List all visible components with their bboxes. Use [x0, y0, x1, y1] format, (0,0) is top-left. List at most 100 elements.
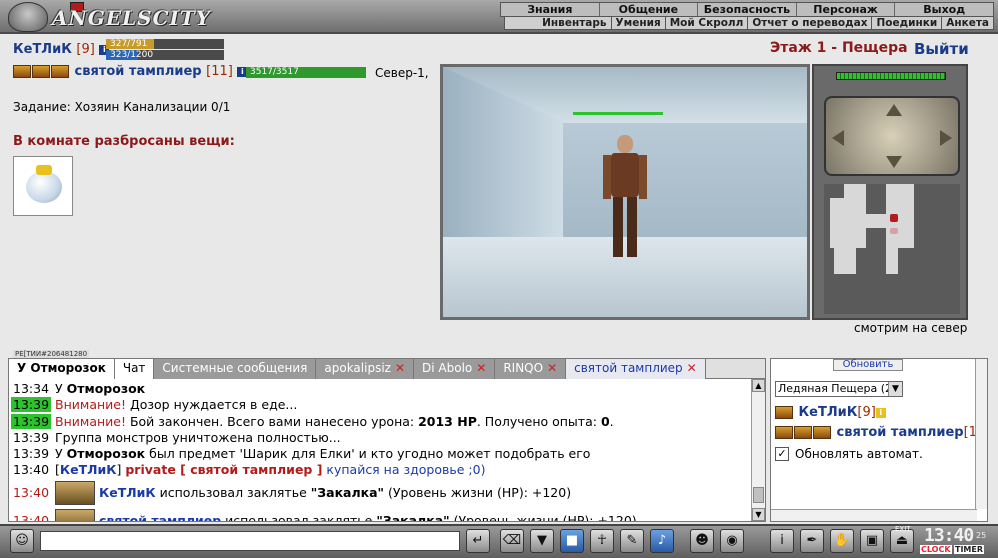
sub-menu: Инвентарь Умения Мой Скролл Отчет о пере…: [504, 16, 994, 30]
arrow-right-icon[interactable]: [940, 130, 952, 146]
chat-text: 2013 HP: [418, 413, 477, 429]
hand-icon[interactable]: ✋: [830, 529, 854, 553]
tab-rinqo[interactable]: RINQO ✕: [495, 359, 567, 379]
spell-icon: [55, 509, 96, 521]
chat-time[interactable]: 13:39: [11, 446, 51, 461]
chat-time[interactable]: 13:39: [11, 397, 52, 413]
head-icon[interactable]: ☺: [10, 529, 34, 553]
wings-badge-icon: [51, 65, 69, 78]
chat-spell-line: 13:40 КеТЛиК использовал заклятье "Закалк…: [9, 479, 749, 507]
quest-text: Задание: Хозяин Канализации 0/1: [13, 100, 231, 114]
save-icon[interactable]: ■: [560, 529, 584, 553]
clan-badge-icon: [32, 65, 50, 78]
close-icon[interactable]: ✕: [395, 361, 405, 375]
menu-security[interactable]: Безопасность: [698, 3, 797, 16]
chat-text: . Получено опыта:: [476, 413, 601, 429]
pen-icon[interactable]: ✎: [620, 529, 644, 553]
arrow-down-icon[interactable]: [886, 156, 902, 168]
items-title: В комнате разбросаны вещи:: [13, 134, 235, 149]
music-icon[interactable]: ♪: [650, 529, 674, 553]
npc-overhead-hp: [573, 112, 663, 115]
chat-text: У: [55, 446, 67, 462]
chevron-down-icon[interactable]: ▼: [888, 382, 902, 396]
npc-character[interactable]: [603, 135, 647, 259]
tab-chat[interactable]: Чат: [114, 359, 155, 379]
smiley-icon[interactable]: ☻: [690, 529, 714, 553]
send-icon[interactable]: ↵: [466, 529, 490, 553]
auto-refresh-checkbox[interactable]: ✓: [775, 447, 789, 461]
info-icon[interactable]: i: [875, 407, 886, 418]
main-area: КеТЛиК [9] i 327/791 323/1200 святой там…: [8, 36, 990, 358]
hp-text: 327/791: [110, 39, 148, 49]
chat-time[interactable]: 13:40: [11, 513, 51, 521]
scroll-thumb[interactable]: [753, 487, 764, 503]
chat-line: 13:39 У Отморозок был предмет 'Шарик для…: [9, 446, 749, 462]
submenu-my-scroll[interactable]: Мой Скролл: [666, 17, 749, 29]
look-direction: смотрим на север: [854, 321, 968, 335]
tab-apokalipsiz[interactable]: apokalipsiz ✕: [316, 359, 415, 379]
tab-otmorozok[interactable]: У Отморозок: [9, 359, 115, 379]
exit-link[interactable]: Выйти: [914, 40, 969, 58]
menu-character[interactable]: Персонаж: [797, 3, 896, 16]
room-user[interactable]: КеТЛиК[9] i: [775, 405, 886, 420]
chat-time[interactable]: 13:34: [11, 381, 51, 396]
chat-text[interactable]: КеТЛиК: [60, 462, 117, 477]
spell-actor[interactable]: святой тамплиер: [99, 513, 221, 521]
menu-exit[interactable]: Выход: [895, 3, 993, 16]
npc-hp-text: 3517/3517: [250, 67, 299, 77]
tab-svyatoy-tamplier[interactable]: святой тамплиер ✕: [566, 359, 706, 379]
room-scrollbar[interactable]: [975, 359, 987, 509]
spell-actor[interactable]: КеТЛиК: [99, 485, 156, 500]
close-icon[interactable]: ✕: [476, 361, 486, 375]
tab-system[interactable]: Системные сообщения: [154, 359, 317, 379]
chat-time[interactable]: 13:40: [11, 485, 51, 500]
chat-time[interactable]: 13:39: [11, 413, 52, 429]
bottom-toolbar: ☺ ↵ ⌫ ▼ ■ ☥ ✎ ♪ ☻ ◉ i ✒ ✋ ▣ ⏏ EXIT 13:40…: [0, 524, 998, 558]
player-name[interactable]: КеТЛиК: [13, 42, 72, 57]
submenu-transfer-report[interactable]: Отчет о переводах: [748, 17, 873, 29]
eraser-icon[interactable]: ⌫: [500, 529, 524, 553]
npc-name[interactable]: святой тамплиер: [75, 64, 202, 79]
scroll-up-icon[interactable]: ▲: [752, 379, 765, 392]
submenu-inventory[interactable]: Инвентарь: [538, 17, 612, 29]
auto-refresh-label: Обновлять автомат.: [795, 447, 923, 461]
mp-text: 323/1200: [110, 50, 154, 60]
chat-line: 13:34 У Отморозок: [9, 381, 749, 397]
submenu-duels[interactable]: Поединки: [872, 17, 943, 29]
clock-label[interactable]: CLOCK: [920, 545, 952, 554]
npc-hp-bar: 3517/3517: [246, 67, 366, 78]
chat-scrollbar[interactable]: ▲ ▼: [751, 379, 765, 521]
close-icon[interactable]: ✕: [547, 361, 557, 375]
item-christmas-ball[interactable]: [13, 156, 73, 216]
chat-time[interactable]: 13:40: [11, 462, 51, 477]
lock-icon[interactable]: ▣: [860, 529, 884, 553]
top-frame: ANGELSCITY Знания Общение Безопасность П…: [0, 0, 998, 34]
filter-icon[interactable]: ▼: [530, 529, 554, 553]
arrow-left-icon[interactable]: [832, 130, 844, 146]
chat-spell-line: 13:40 святой тамплиер использовал заклять…: [9, 507, 749, 521]
refresh-button[interactable]: Обновить: [833, 359, 903, 371]
info-icon[interactable]: i: [770, 529, 794, 553]
tab-di-abolo[interactable]: Di Abolo ✕: [414, 359, 496, 379]
submenu-profile[interactable]: Анкета: [942, 17, 993, 29]
chat-input[interactable]: [40, 531, 460, 551]
menu-communication[interactable]: Общение: [600, 3, 699, 16]
arrow-up-icon[interactable]: [886, 104, 902, 116]
spell-icon: [55, 481, 96, 506]
runner-icon[interactable]: ☥: [590, 529, 614, 553]
room-hscrollbar[interactable]: [771, 509, 977, 521]
npc-marker-icon: [890, 228, 898, 234]
dungeon-view[interactable]: [440, 64, 810, 320]
room-user[interactable]: святой тамплиер[1: [775, 425, 977, 440]
timer-label[interactable]: TIMER: [954, 545, 985, 554]
close-icon[interactable]: ✕: [687, 361, 697, 375]
menu-knowledge[interactable]: Знания: [501, 3, 600, 16]
chat-time[interactable]: 13:39: [11, 430, 51, 445]
scroll-down-icon[interactable]: ▼: [752, 508, 765, 521]
logo-text: ANGELSCITY: [52, 6, 212, 30]
quill-icon[interactable]: ✒: [800, 529, 824, 553]
speaker-icon[interactable]: ◉: [720, 529, 744, 553]
auto-refresh-option[interactable]: ✓ Обновлять автомат.: [775, 447, 923, 461]
room-select[interactable]: Ледяная Пещера (2) ▼: [775, 381, 903, 397]
submenu-skills[interactable]: Умения: [612, 17, 666, 29]
